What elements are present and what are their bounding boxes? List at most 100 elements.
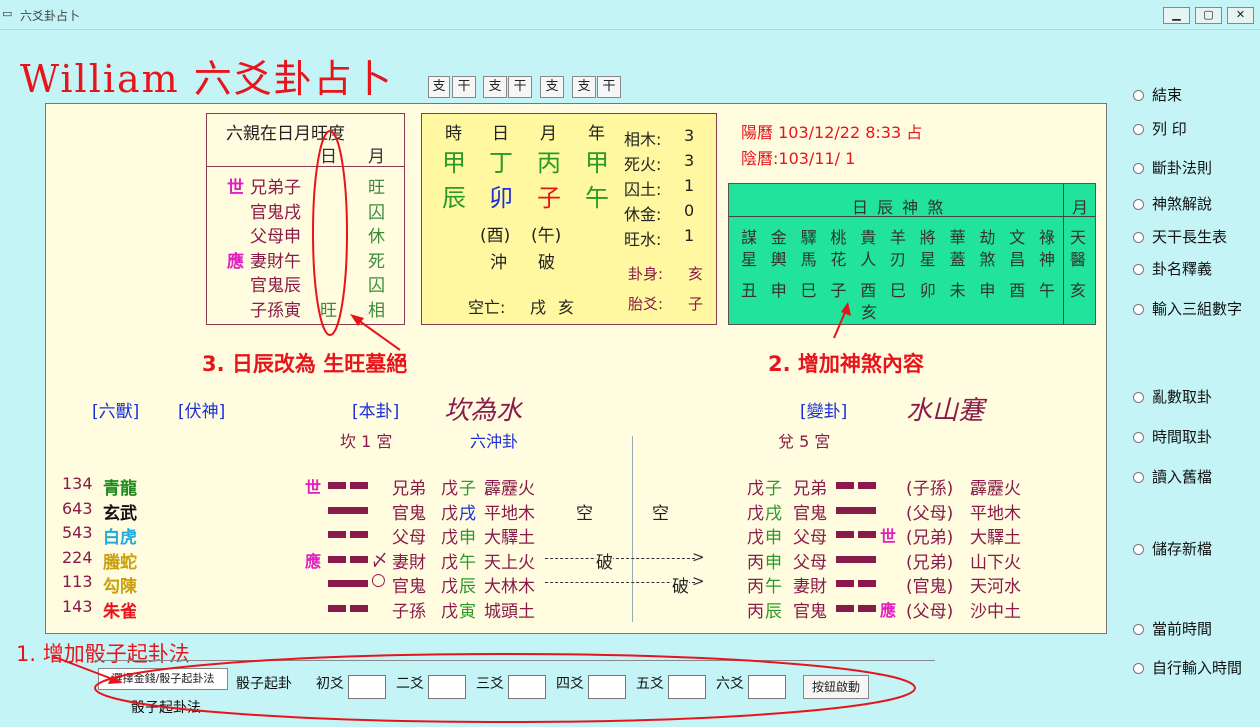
radio-option[interactable]: 列 印 xyxy=(1133,118,1187,139)
shensha-value: 申 xyxy=(770,281,787,300)
bian-yao-bar xyxy=(836,580,854,587)
radio-option[interactable]: 天干長生表 xyxy=(1133,226,1227,247)
label-biangua: [變卦] xyxy=(800,402,848,422)
pillar-zhi: 子 xyxy=(537,184,561,212)
arrow-annotation-3 xyxy=(350,314,401,351)
label-liushou: [六獸] xyxy=(92,402,140,422)
radio-circle-icon[interactable] xyxy=(1133,304,1144,315)
shensha-title: 日 辰 神 煞 xyxy=(852,198,946,217)
line-zhi: 辰 xyxy=(459,577,476,597)
radio-circle-icon[interactable] xyxy=(1133,624,1144,635)
ben-yao-bar xyxy=(328,482,346,489)
radio-circle-icon[interactable] xyxy=(1133,199,1144,210)
radio-label: 時間取卦 xyxy=(1152,428,1213,446)
minimize-button[interactable]: ▁ xyxy=(1163,7,1190,24)
shensha-value: 巳 xyxy=(800,281,817,300)
ben-gua-name: 坎為水 xyxy=(444,396,523,426)
bian-yao-bar xyxy=(858,580,876,587)
bian-relation: 父母 xyxy=(793,552,827,573)
shensha-name-bottom: 煞 xyxy=(979,250,996,269)
radio-option[interactable]: 卦名釋義 xyxy=(1133,258,1212,279)
bian-yao-bar xyxy=(836,555,876,563)
radio-label: 輸入三組數字 xyxy=(1152,300,1243,318)
maximize-button[interactable]: ▢ xyxy=(1195,7,1222,24)
bian-yao-bar xyxy=(858,531,876,538)
line-relation: 妻財 xyxy=(392,552,426,573)
shensha-value: 酉 xyxy=(1009,281,1026,300)
ben-yao-bar xyxy=(350,482,368,489)
bian-gan: 戊 xyxy=(747,528,764,548)
line-number: 113 xyxy=(62,572,93,591)
ben-palace: 坎 1 宮 xyxy=(340,432,393,451)
close-button[interactable]: ✕ xyxy=(1227,7,1254,24)
ben-yao-bar xyxy=(350,531,368,538)
radio-option[interactable]: 時間取卦 xyxy=(1133,426,1212,447)
lunar-date: 陰曆:103/11/ 1 xyxy=(741,149,856,168)
shensha-name-bottom: 星 xyxy=(741,250,758,269)
gz-button-6[interactable]: 支 xyxy=(572,76,596,98)
pillar-header: 日 xyxy=(492,124,509,144)
gz-button-4[interactable]: 干 xyxy=(508,76,532,98)
bian-yao-bar xyxy=(836,531,854,538)
radio-option[interactable]: 輸入三組數字 xyxy=(1133,298,1242,319)
gz-button-2[interactable]: 干 xyxy=(452,76,476,98)
radio-label: 天干長生表 xyxy=(1152,228,1228,246)
line-gan: 戊 xyxy=(441,528,458,548)
radio-circle-icon[interactable] xyxy=(1133,124,1144,135)
ben-yao-bar xyxy=(350,604,368,612)
radio-option[interactable]: 斷卦法則 xyxy=(1133,157,1212,178)
radio-option[interactable]: 自行輸入時間 xyxy=(1133,657,1242,678)
shensha-name-bottom: 刃 xyxy=(890,250,907,269)
line-number: 543 xyxy=(62,523,93,542)
radio-circle-icon[interactable] xyxy=(1133,472,1144,483)
pillar-gan: 丙 xyxy=(537,149,561,177)
gz-button-5[interactable]: 支 xyxy=(540,76,564,98)
line-beast: 勾陳 xyxy=(103,577,137,597)
bian-yao-bar xyxy=(836,482,854,489)
line-gan: 戊 xyxy=(441,601,458,622)
ben-yao-bar xyxy=(328,531,346,538)
radio-option[interactable]: 當前時間 xyxy=(1133,618,1212,639)
bian-yao-bar xyxy=(858,482,876,489)
moving-mark: ○ xyxy=(371,570,386,590)
bian-fushen: (兄弟) xyxy=(906,528,954,548)
line-gan: 戊 xyxy=(441,552,458,573)
radio-option[interactable]: 儲存新檔 xyxy=(1133,538,1212,559)
shensha-value: 午 xyxy=(1039,281,1056,300)
radio-option[interactable]: 結束 xyxy=(1133,84,1182,105)
radio-circle-icon[interactable] xyxy=(1133,264,1144,275)
radio-circle-icon[interactable] xyxy=(1133,663,1144,674)
radio-label: 神煞解說 xyxy=(1152,195,1213,213)
month-shensha-top: 天 xyxy=(1070,228,1087,247)
bian-shi-ying: 世 xyxy=(880,527,897,546)
pillar-gan: 丁 xyxy=(489,149,513,177)
radio-option[interactable]: 亂數取卦 xyxy=(1133,386,1212,407)
pillar-zhi: 辰 xyxy=(442,184,466,212)
liuchong-label: 六沖卦 xyxy=(470,432,519,451)
radio-circle-icon[interactable] xyxy=(1133,432,1144,443)
shensha-name-top: 謀 xyxy=(741,228,758,247)
radio-circle-icon[interactable] xyxy=(1133,163,1144,174)
radio-circle-icon[interactable] xyxy=(1133,544,1144,555)
ben-yao-bar xyxy=(328,580,368,587)
radio-option[interactable]: 神煞解說 xyxy=(1133,193,1212,214)
gz-button-3[interactable]: 支 xyxy=(483,76,507,98)
shensha-name-top: 羊 xyxy=(890,228,907,247)
bian-yao-bar xyxy=(858,604,876,612)
change-arrow-line xyxy=(545,557,695,559)
gz-button-7[interactable]: 干 xyxy=(597,76,621,98)
bian-zhi: 申 xyxy=(765,528,782,548)
liuqin-name: 妻財午 xyxy=(250,251,301,272)
line-nayin: 大林木 xyxy=(484,577,535,597)
radio-option[interactable]: 讀入舊檔 xyxy=(1133,466,1212,487)
radio-circle-icon[interactable] xyxy=(1133,232,1144,243)
radio-circle-icon[interactable] xyxy=(1133,90,1144,101)
pillar-header: 年 xyxy=(588,124,605,144)
bian-relation: 兄弟 xyxy=(793,479,827,499)
radio-label: 卦名釋義 xyxy=(1152,260,1213,278)
line-number: 143 xyxy=(62,596,93,616)
gz-button-1[interactable]: 支 xyxy=(428,76,450,98)
ben-yao-bar xyxy=(328,555,346,563)
radio-circle-icon[interactable] xyxy=(1133,392,1144,403)
bian-shi-ying: 應 xyxy=(880,600,897,620)
